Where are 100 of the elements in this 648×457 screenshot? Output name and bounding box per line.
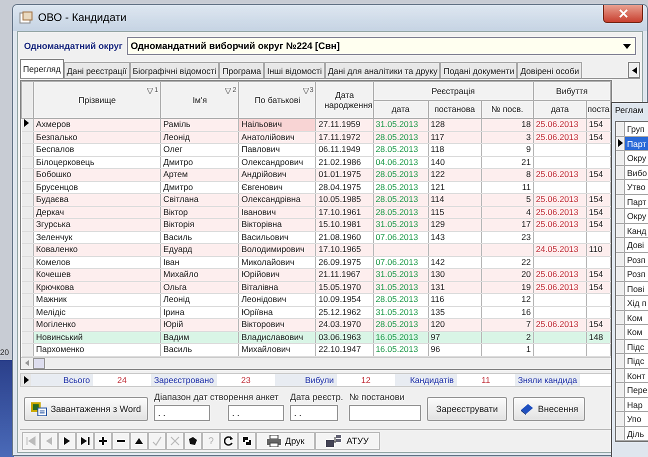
list-row[interactable]: Парт: [616, 136, 648, 151]
table-row[interactable]: Комелов Іван Миколайович 26.09.1975 07.06.2013 142 22: [22, 256, 610, 268]
date-from-field[interactable]: . .: [154, 405, 210, 421]
table-cell: 116: [428, 294, 482, 306]
list-row[interactable]: Ком: [616, 310, 648, 325]
scrollbar-thumb[interactable]: [33, 358, 45, 368]
list-row[interactable]: Конт: [616, 368, 648, 383]
list-item[interactable]: Нар: [625, 398, 648, 411]
tab[interactable]: Програма: [219, 62, 264, 78]
tab-scroll-button[interactable]: [628, 62, 640, 78]
table-row[interactable]: Згурська Вікторія Вікторівна 15.10.1981 31.05.2013 129 17 25.06.2013 154: [22, 218, 610, 231]
register-button[interactable]: Зареєструвати: [427, 397, 507, 421]
list-item[interactable]: Парт: [625, 136, 648, 150]
tab[interactable]: Перегляд: [20, 59, 64, 78]
list-row[interactable]: Окру: [616, 151, 648, 166]
table-row[interactable]: Крючкова Ольга Віталівна 15.05.1970 31.05.2013 131 19 25.06.2013 154: [22, 281, 610, 294]
list-item[interactable]: Конт: [625, 368, 648, 382]
table-row[interactable]: Беспалов Олег Павлович 06.11.1949 28.05.2013 118 9: [22, 144, 610, 156]
table-row[interactable]: Деркач Віктор Іванович 17.10.1961 28.05.2013 115 4 25.06.2013 154: [22, 206, 610, 218]
table-cell: 120: [428, 318, 482, 331]
list-item[interactable]: Розп: [625, 252, 648, 266]
table-row[interactable]: Пархоменко Василь Михайлович 22.10.1947 16.05.2013 96 1: [22, 344, 610, 356]
list-item[interactable]: Хід п: [625, 296, 648, 310]
list-item[interactable]: Розп: [625, 267, 648, 280]
list-row[interactable]: Окру: [616, 209, 648, 224]
next-button[interactable]: [58, 432, 76, 450]
table-row[interactable]: Могіленко Юрій Вікторович 24.03.1970 28.05.2013 120 7 25.06.2013 154: [22, 318, 610, 331]
horizontal-scrollbar[interactable]: [21, 356, 611, 368]
table-row[interactable]: Новинський Вадим Владиславович 03.06.1963 16.05.2013 97 2 148: [22, 331, 610, 344]
tab[interactable]: Дані для аналітики та друку: [324, 62, 440, 78]
list-item[interactable]: Парт: [625, 194, 648, 208]
list-item[interactable]: Підс: [625, 354, 648, 368]
list-row[interactable]: Підс: [616, 340, 648, 354]
list-row[interactable]: Розп: [616, 252, 648, 267]
import-word-button[interactable]: Завантаження з Word: [24, 397, 148, 421]
list-row[interactable]: Діль: [616, 426, 648, 441]
tab[interactable]: Подані документи: [440, 62, 518, 78]
print-button[interactable]: Друк: [256, 432, 316, 450]
tab[interactable]: Біографічні відомості: [130, 62, 220, 78]
list-item[interactable]: Упо: [625, 412, 648, 426]
list-item[interactable]: Діль: [625, 426, 648, 440]
table-row[interactable]: Бобошко Артем Андрійович 01.01.1975 28.05.2013 122 8 25.06.2013 154: [22, 168, 610, 181]
list-item[interactable]: Ком: [625, 310, 648, 324]
table-row[interactable]: Зеленчук Василь Васильович 21.08.1960 07.06.2013 143 23: [22, 231, 610, 244]
decree-number-field[interactable]: [349, 405, 422, 421]
table-row[interactable]: Брусенцов Дмитро Євгенович 28.04.1975 28.05.2013 121 11: [22, 181, 610, 194]
list-item[interactable]: Вибо: [625, 166, 648, 179]
column-header[interactable]: постанова: [428, 100, 482, 118]
tab[interactable]: Довірені особи: [517, 62, 582, 78]
date-to-field[interactable]: . .: [228, 405, 284, 421]
list-row[interactable]: Розп: [616, 267, 648, 282]
list-row[interactable]: Хід п: [616, 296, 648, 310]
list-row[interactable]: Груп: [616, 122, 648, 136]
list-row[interactable]: Пере: [616, 383, 648, 398]
table-row[interactable]: Мажник Леонід Леонідович 10.09.1954 28.05.2013 116 12: [22, 294, 610, 306]
district-dropdown[interactable]: Одномандатний виборчий округ №224 [Свн]: [126, 37, 636, 55]
swap-button[interactable]: [238, 432, 256, 450]
list-item[interactable]: Окру: [625, 209, 648, 222]
list-item[interactable]: Утво: [625, 180, 648, 194]
list-row[interactable]: Канд: [616, 224, 648, 238]
list-row[interactable]: Утво: [616, 180, 648, 194]
list-row[interactable]: Ком: [616, 325, 648, 340]
edit-button[interactable]: [130, 432, 148, 450]
list-item[interactable]: Пові: [625, 282, 648, 295]
list-row[interactable]: Нар: [616, 398, 648, 412]
list-row[interactable]: Упо: [616, 412, 648, 426]
table-row[interactable]: Будаєва Світлана Олександрівна 10.05.1985 28.05.2013 114 5 25.06.2013 154: [22, 194, 610, 206]
table-row[interactable]: Безпалько Леонід Анатолійович 17.11.1972 28.05.2013 117 3 25.06.2013 154: [22, 131, 610, 144]
column-header[interactable]: Дата народження: [316, 82, 374, 118]
refresh-button[interactable]: [220, 432, 238, 450]
entry-button[interactable]: Внесення: [512, 397, 586, 421]
list-row[interactable]: Пові: [616, 282, 648, 296]
list-row[interactable]: Підс: [616, 354, 648, 368]
column-header[interactable]: поста: [586, 100, 610, 118]
list-item[interactable]: Ком: [625, 325, 648, 338]
column-header[interactable]: дата: [533, 100, 586, 118]
close-button[interactable]: [603, 5, 643, 23]
last-button[interactable]: [76, 432, 94, 450]
table-row[interactable]: Кочешев Михайло Юрійович 21.11.1967 31.05.2013 130 20 25.06.2013 154: [22, 268, 610, 281]
registration-date-field[interactable]: . .: [290, 405, 338, 421]
list-item[interactable]: Пере: [625, 383, 648, 396]
list-item[interactable]: Окру: [625, 151, 648, 164]
table-row[interactable]: Мелідіс Ірина Юріївна 25.12.1962 31.05.2013 135 16: [22, 306, 610, 318]
table-row[interactable]: Білоцерковець Дмитро Олександрович 21.02.1986 04.06.2013 140 21: [22, 156, 610, 168]
list-row[interactable]: Дові: [616, 238, 648, 252]
insert-button[interactable]: [94, 432, 112, 450]
table-row[interactable]: Ахмеров Раміль Наільович 27.11.1959 31.05.2013 128 18 25.06.2013 154: [22, 118, 610, 131]
list-item[interactable]: Канд: [625, 224, 648, 237]
list-item[interactable]: Груп: [625, 122, 648, 136]
column-header[interactable]: № посв.: [481, 100, 534, 118]
list-item[interactable]: Дові: [625, 238, 648, 252]
atuu-button[interactable]: АТУУ: [315, 432, 380, 450]
tab[interactable]: Інші відомості: [264, 62, 325, 78]
delete-button[interactable]: [112, 432, 130, 450]
tab[interactable]: Дані реєстрації: [64, 62, 130, 78]
list-item[interactable]: Підс: [625, 340, 648, 353]
table-row[interactable]: Коваленко Едуард Володимирович 17.10.1965 24.05.2013 110: [22, 244, 610, 256]
list-row[interactable]: Парт: [616, 194, 648, 209]
list-row[interactable]: Вибо: [616, 166, 648, 180]
column-header[interactable]: дата: [373, 100, 428, 118]
